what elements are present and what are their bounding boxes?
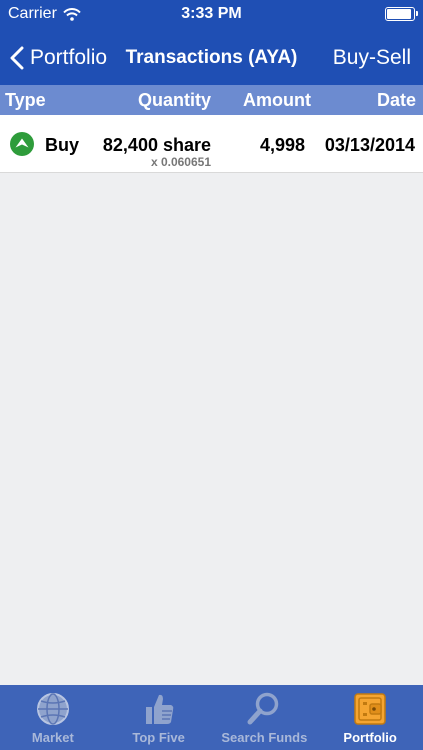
transaction-price: x 0.060651 <box>150 155 211 169</box>
buy-arrow-icon <box>10 132 34 156</box>
column-type[interactable]: Type <box>5 90 46 111</box>
tab-top-five[interactable]: Top Five <box>106 685 212 750</box>
back-button[interactable]: Portfolio <box>10 30 107 85</box>
column-header: Type Quantity Amount Date <box>0 85 423 115</box>
transaction-quantity: 82,400 share <box>102 135 211 155</box>
tab-portfolio-label: Portfolio <box>343 730 397 745</box>
tab-market-label: Market <box>31 730 74 745</box>
globe-icon <box>36 693 69 725</box>
tab-search-funds[interactable]: Search Funds <box>212 685 318 750</box>
wallet-icon <box>354 693 386 725</box>
transaction-type: Buy <box>45 135 80 155</box>
tab-bar: Market Top Five Search Funds Portfolio <box>0 685 423 750</box>
column-amount[interactable]: Amount <box>243 90 311 111</box>
back-button-label: Portfolio <box>30 45 108 69</box>
transaction-row[interactable]: Buy 82,400 share x 0.060651 4,998 03/13/… <box>0 115 423 173</box>
magnifier-icon <box>247 692 279 725</box>
status-bar: Carrier 3:33 PM <box>0 0 423 30</box>
tab-market[interactable]: Market <box>0 685 106 750</box>
transaction-date: 03/13/2014 <box>324 135 415 155</box>
tab-top-five-label: Top Five <box>132 730 185 745</box>
tab-search-funds-label: Search Funds <box>221 730 308 745</box>
column-date[interactable]: Date <box>377 90 416 111</box>
navigation-bar: Portfolio Transactions (AYA) Buy-Sell <box>0 30 423 85</box>
column-quantity[interactable]: Quantity <box>138 90 211 111</box>
buy-sell-button[interactable]: Buy-Sell <box>333 30 411 85</box>
thumbs-up-icon <box>145 694 173 724</box>
tab-portfolio[interactable]: Portfolio <box>317 685 423 750</box>
battery-icon <box>385 7 418 21</box>
chevron-left-icon <box>10 46 24 69</box>
transaction-amount: 4,998 <box>259 135 305 155</box>
status-time: 3:33 PM <box>181 5 242 22</box>
